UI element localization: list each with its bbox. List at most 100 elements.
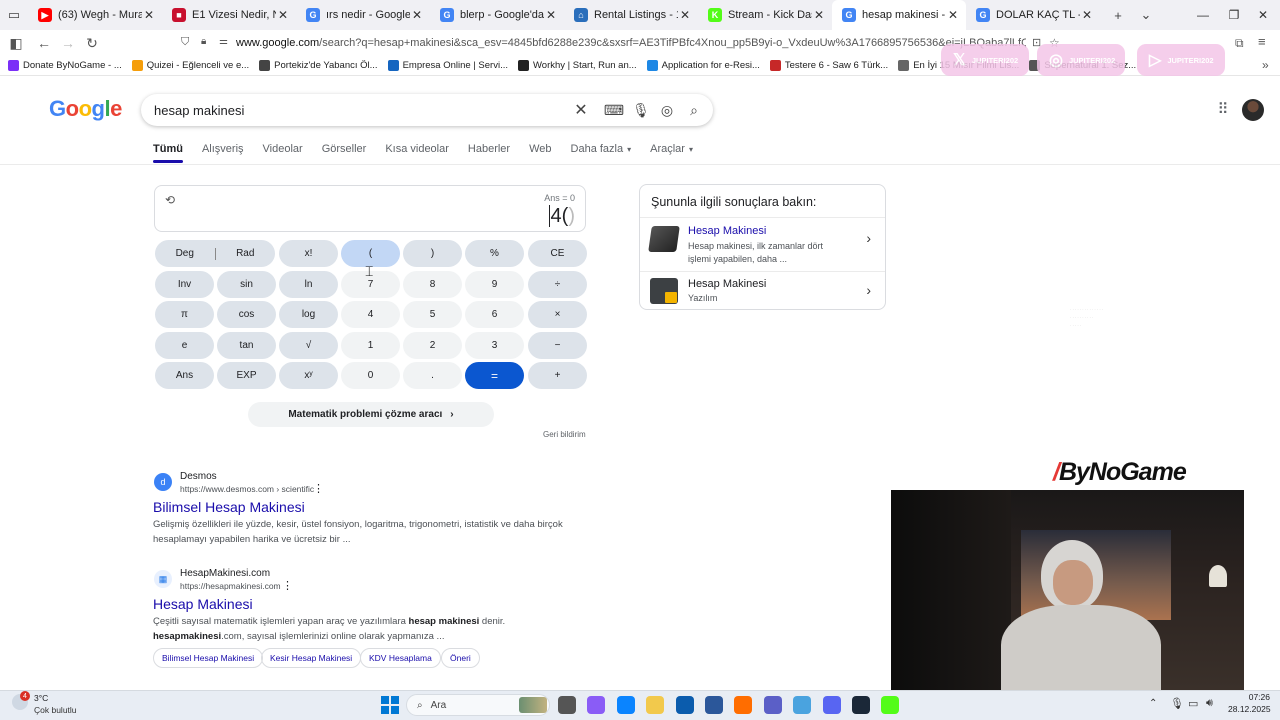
search-tab[interactable]: Haberler bbox=[468, 143, 510, 163]
calc-key[interactable]: × bbox=[528, 301, 587, 328]
weather-desc[interactable]: Çok bulutlu bbox=[34, 705, 77, 715]
bookmark-item[interactable]: Workhy | Start, Run an... bbox=[518, 60, 637, 71]
reload-button[interactable]: ↻ bbox=[80, 31, 104, 55]
browser-tab[interactable]: G DOLAR KAÇ TL - Google'da✕ bbox=[966, 0, 1100, 30]
calc-key[interactable]: Inv bbox=[155, 271, 214, 298]
search-tab[interactable]: Tümü bbox=[153, 143, 183, 163]
calc-key[interactable]: √ bbox=[279, 332, 338, 359]
teams-icon[interactable] bbox=[763, 696, 782, 714]
calc-key[interactable]: 3 bbox=[465, 332, 524, 359]
extensions-icon[interactable]: ⧉ bbox=[1235, 36, 1244, 51]
minimize-button[interactable]: — bbox=[1186, 0, 1220, 30]
calc-key[interactable]: EXP bbox=[217, 362, 276, 389]
discord-icon[interactable] bbox=[822, 696, 841, 714]
calc-key[interactable]: tan bbox=[217, 332, 276, 359]
calc-key[interactable]: Ans bbox=[155, 362, 214, 389]
tab-list-chevron-icon[interactable]: ⌄ bbox=[1132, 0, 1160, 30]
copilot-icon[interactable] bbox=[587, 696, 606, 714]
tray-chevron-icon[interactable]: ⌃ bbox=[1149, 698, 1157, 709]
browser-tab[interactable]: Gırs nedir - Google'da Ara✕ bbox=[296, 0, 430, 30]
address-bar[interactable]: www.google.com/search?q=hesap+makinesi&s… bbox=[236, 37, 1026, 49]
search-tab[interactable]: Videolar bbox=[263, 143, 303, 163]
chevron-right-icon[interactable]: › bbox=[866, 230, 871, 246]
permissions-icon[interactable]: ⚌ bbox=[219, 36, 228, 47]
more-options-icon[interactable]: ⋮ bbox=[282, 579, 293, 592]
calc-key[interactable]: CE bbox=[528, 240, 587, 267]
calc-key[interactable]: log bbox=[279, 301, 338, 328]
calc-key[interactable]: sin bbox=[217, 271, 276, 298]
tab-close-icon[interactable]: ✕ bbox=[1080, 8, 1094, 22]
bookmark-item[interactable]: Donate ByNoGame - ... bbox=[8, 60, 122, 71]
calc-key[interactable]: 9 bbox=[465, 271, 524, 298]
weather-temp[interactable]: 3°C bbox=[34, 693, 48, 703]
site-favicon-icon[interactable]: ▦ bbox=[154, 570, 172, 588]
firefox-icon[interactable] bbox=[734, 696, 753, 714]
shield-icon[interactable]: ⛉ bbox=[181, 36, 189, 49]
calc-key[interactable]: 6 bbox=[465, 301, 524, 328]
bookmark-item[interactable]: Portekiz'de Yabancı Öl... bbox=[259, 60, 378, 71]
calc-key[interactable]: π bbox=[155, 301, 214, 328]
lock-icon[interactable]: 🔒︎ bbox=[201, 36, 206, 47]
more-options-icon[interactable]: ⋮ bbox=[313, 482, 324, 495]
bookmark-item[interactable]: Empresa Online | Servi... bbox=[387, 60, 508, 71]
camera-lens-icon[interactable]: ◎ bbox=[657, 100, 677, 120]
volume-icon[interactable]: 🔊︎ bbox=[1206, 697, 1213, 710]
calc-key[interactable]: 8 bbox=[403, 271, 462, 298]
browser-tab[interactable]: ▶ (63) Wegh - Murabba (Offi✕ bbox=[28, 0, 162, 30]
calc-key[interactable]: 2 bbox=[403, 332, 462, 359]
related-item-title[interactable]: Hesap Makinesi bbox=[688, 225, 766, 237]
search-tab[interactable]: Görseller bbox=[322, 143, 367, 163]
forward-button[interactable]: → bbox=[56, 31, 80, 55]
related-search-chip[interactable]: Öneri bbox=[441, 648, 480, 668]
tab-close-icon[interactable]: ✕ bbox=[276, 8, 290, 22]
result-title[interactable]: Bilimsel Hesap Makinesi bbox=[153, 499, 305, 515]
calc-key[interactable]: . bbox=[403, 362, 462, 389]
calc-key[interactable]: ln bbox=[279, 271, 338, 298]
search-tab[interactable]: Web bbox=[529, 143, 551, 163]
microphone-icon[interactable]: 🎙︎ bbox=[631, 100, 651, 120]
related-item-title[interactable]: Hesap Makinesi bbox=[688, 278, 766, 290]
calc-key[interactable]: 1 bbox=[341, 332, 400, 359]
file-explorer-icon[interactable] bbox=[646, 696, 665, 714]
calc-key[interactable]: = bbox=[465, 362, 524, 389]
search-box[interactable]: hesap makinesi ✕ ⌨ 🎙︎ ◎ ⌕ bbox=[141, 94, 713, 126]
related-item[interactable]: Hesap Makinesi Yazılım › bbox=[640, 271, 885, 310]
google-apps-icon[interactable]: ⠿ bbox=[1214, 100, 1232, 118]
chevron-right-icon[interactable]: › bbox=[866, 282, 871, 298]
browser-tab[interactable]: K Stream - Kick Dashboard✕ bbox=[698, 0, 832, 30]
history-icon[interactable]: ⟲ bbox=[165, 193, 175, 207]
clock-date[interactable]: 28.12.2025 bbox=[1228, 704, 1271, 714]
browser-tab[interactable]: ⌂ Rental Listings - 103113 Re✕ bbox=[564, 0, 698, 30]
clock-time[interactable]: 07:26 bbox=[1228, 692, 1270, 702]
result-url[interactable]: https://www.desmos.com › scientific bbox=[180, 484, 314, 494]
sidebar-icon[interactable]: ◧ bbox=[4, 31, 28, 55]
result-site-name[interactable]: HesapMakinesi.com bbox=[180, 568, 270, 579]
calc-key[interactable]: cos bbox=[217, 301, 276, 328]
search-tab[interactable]: Daha fazla ▾ bbox=[571, 143, 632, 163]
search-tab[interactable]: Alışveriş bbox=[202, 143, 244, 163]
avatar[interactable] bbox=[1242, 99, 1264, 121]
search-input[interactable]: hesap makinesi bbox=[154, 103, 244, 118]
more-bookmarks-chevron-icon[interactable]: » bbox=[1262, 58, 1269, 72]
mode-deg[interactable]: Deg bbox=[155, 248, 215, 259]
site-favicon-icon[interactable]: d bbox=[154, 473, 172, 491]
store-icon[interactable] bbox=[675, 696, 694, 714]
browser-tab[interactable]: Gblerp - Google'da Ara✕ bbox=[430, 0, 564, 30]
tab-close-icon[interactable]: ✕ bbox=[678, 8, 692, 22]
calc-key[interactable]: ) bbox=[403, 240, 462, 267]
calc-key[interactable]: 5 bbox=[403, 301, 462, 328]
result-site-name[interactable]: Desmos bbox=[180, 471, 217, 482]
bookmark-item[interactable]: Testere 6 - Saw 6 Türk... bbox=[769, 60, 888, 71]
search-icon[interactable]: ⌕ bbox=[684, 100, 704, 120]
calc-key[interactable]: − bbox=[528, 332, 587, 359]
close-window-button[interactable]: ✕ bbox=[1246, 0, 1280, 30]
calc-key[interactable]: + bbox=[528, 362, 587, 389]
calc-key[interactable]: x! bbox=[279, 240, 338, 267]
steam-icon[interactable] bbox=[852, 696, 870, 714]
bookmark-item[interactable]: Quizei - Eğlenceli ve e... bbox=[131, 60, 249, 71]
calc-key[interactable]: ÷ bbox=[528, 271, 587, 298]
tab-actions-icon[interactable]: ▭ bbox=[0, 0, 28, 30]
kick-icon[interactable] bbox=[881, 696, 900, 714]
menu-icon[interactable]: ≡ bbox=[1258, 34, 1266, 49]
related-search-chip[interactable]: KDV Hesaplama bbox=[360, 648, 441, 668]
